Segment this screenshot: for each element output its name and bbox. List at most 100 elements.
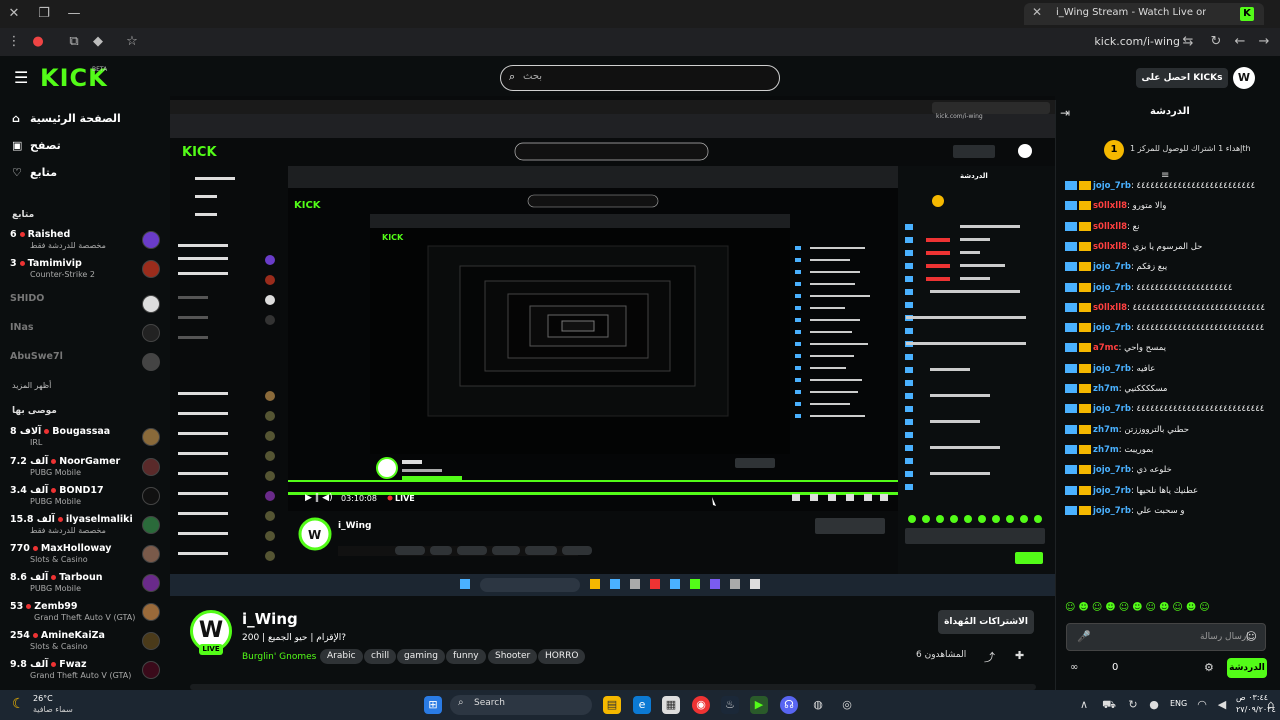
tag-arabic[interactable]: Arabic bbox=[320, 649, 363, 664]
search-input[interactable]: ⌕ بحث bbox=[500, 65, 780, 91]
file-explorer-icon[interactable]: ▤ bbox=[603, 696, 621, 714]
reload-icon[interactable]: ↻ bbox=[1206, 28, 1226, 56]
tray-app-icon[interactable]: ⛟ bbox=[1100, 696, 1118, 714]
hamburger-menu-icon[interactable]: ☰ bbox=[14, 68, 28, 87]
game-launcher-icon[interactable]: ▶ bbox=[750, 696, 768, 714]
notification-icon[interactable]: ⌂ bbox=[1262, 696, 1280, 714]
chat-username[interactable]: jojo_7rb bbox=[1093, 465, 1131, 475]
sidebar-rec-zemb99[interactable]: 53 Zemb99 Grand Theft Auto V (GTA) bbox=[10, 601, 160, 629]
chat-username[interactable]: jojo_7rb bbox=[1093, 404, 1131, 414]
tag-shooter[interactable]: Shooter bbox=[488, 649, 538, 664]
sidebar-rec-tarboun[interactable]: 8.6 آلف Tarboun PUBG Mobile bbox=[10, 572, 160, 600]
puzzle-icon[interactable]: ⧉ bbox=[64, 28, 84, 56]
minimize-window-icon[interactable]: — bbox=[64, 0, 84, 28]
close-tab-icon[interactable]: ✕ bbox=[1032, 5, 1042, 19]
follow-icon[interactable]: ✚ bbox=[1015, 649, 1024, 662]
tag-gaming[interactable]: gaming bbox=[397, 649, 445, 664]
chat-username[interactable]: zh7m bbox=[1093, 425, 1119, 435]
nav-following[interactable]: ♡ متابع bbox=[12, 166, 57, 179]
sidebar-channel-shido[interactable]: SHIDO bbox=[10, 293, 160, 321]
chat-username[interactable]: jojo_7rb bbox=[1093, 364, 1131, 374]
sidebar-channel-raished[interactable]: 6 Raished مخصصة للدردشة فقط bbox=[10, 229, 160, 257]
chat-username[interactable]: jojo_7rb bbox=[1093, 323, 1131, 333]
tray-overflow-icon[interactable]: ∧ bbox=[1075, 696, 1093, 714]
chat-username[interactable]: s0llxll8 bbox=[1093, 222, 1127, 232]
emote-bar[interactable]: ☺☻☺☻☺☻☺☻☺☻☺ bbox=[1065, 602, 1265, 616]
get-kicks-button[interactable]: احصل على KICKs bbox=[1136, 68, 1228, 88]
browser-tab[interactable]: ✕ i_Wing Stream - Watch Live on K bbox=[1024, 3, 1264, 25]
stream-category-link[interactable]: Burglin' Gnomes bbox=[242, 652, 316, 662]
taskbar-search[interactable]: ⌕ Search bbox=[450, 695, 592, 715]
steam-icon[interactable]: ♨ bbox=[721, 696, 739, 714]
chat-username[interactable]: a7mc bbox=[1093, 343, 1119, 353]
menu-dots-icon[interactable]: ⋮ bbox=[4, 28, 24, 56]
gift-subs-button[interactable]: الاشتراكات المُهداة bbox=[938, 610, 1034, 634]
chrome-icon[interactable]: ◉ bbox=[692, 696, 710, 714]
chat-username[interactable]: jojo_7rb bbox=[1093, 283, 1131, 293]
wifi-icon[interactable]: ◠ bbox=[1193, 696, 1211, 714]
sidebar-rec-bond17[interactable]: 3.4 آلف BOND17 PUBG Mobile bbox=[10, 485, 160, 513]
filter-icon[interactable]: ≡ bbox=[1161, 170, 1169, 181]
chat-settings-icon[interactable]: ⚙ bbox=[1204, 661, 1214, 674]
emoji-icon[interactable]: ☺ bbox=[1246, 630, 1257, 643]
chat-input[interactable]: 🎤 إرسال رسالة ☺ bbox=[1066, 623, 1266, 651]
show-more-link[interactable]: أظهر المزيد bbox=[12, 381, 51, 390]
badge-icon bbox=[1065, 262, 1077, 271]
kicks-icon[interactable]: ∞ bbox=[1070, 662, 1078, 673]
share-icon[interactable]: ⤴ bbox=[984, 649, 995, 665]
chat-username[interactable]: jojo_7rb bbox=[1093, 506, 1131, 516]
obs-icon[interactable]: ◎ bbox=[838, 696, 856, 714]
sidebar-rec-ilyaselmaliki[interactable]: 15.8 آلف ilyaselmaliki مخصصة للدردشة فقط bbox=[10, 514, 160, 542]
sidebar-rec-bougassaa[interactable]: 8 آلاف Bougassaa IRL bbox=[10, 426, 160, 454]
sidebar-channel-inas[interactable]: INas bbox=[10, 322, 160, 350]
address-bar-url[interactable]: kick.com/i-wing bbox=[1094, 35, 1180, 48]
close-window-icon[interactable]: ✕ bbox=[4, 0, 24, 28]
discord-icon[interactable]: ☊ bbox=[780, 696, 798, 714]
bookmark-star-icon[interactable]: ☆ bbox=[122, 28, 142, 56]
chat-text: عطنيك ياها نلحيها bbox=[1136, 486, 1199, 496]
live-dot-icon bbox=[51, 575, 57, 580]
video-player[interactable]: kick.com/i-wing KICK KICK KICK الدردشة W… bbox=[170, 96, 1055, 596]
chat-username[interactable]: s0llxll8 bbox=[1093, 201, 1127, 211]
chat-username[interactable]: s0llxll8 bbox=[1093, 242, 1127, 252]
restore-window-icon[interactable]: ❐ bbox=[34, 0, 54, 28]
tag-horror[interactable]: HORRO bbox=[538, 649, 586, 664]
microphone-icon[interactable]: 🎤 bbox=[1077, 630, 1091, 643]
tag-chill[interactable]: chill bbox=[364, 649, 397, 664]
channel-name[interactable]: i_Wing bbox=[242, 610, 298, 628]
edge-icon[interactable]: e bbox=[633, 696, 651, 714]
extension-icon[interactable]: ● bbox=[28, 28, 48, 56]
collapse-chat-icon[interactable]: ⇥ bbox=[1060, 106, 1070, 120]
chat-username[interactable]: jojo_7rb bbox=[1093, 181, 1131, 191]
back-arrow-icon[interactable]: ← bbox=[1230, 28, 1250, 56]
sidebar-rec-fwaz[interactable]: 9.8 آلف Fwaz Grand Theft Auto V (GTA) bbox=[10, 659, 160, 687]
language-indicator[interactable]: ENG bbox=[1170, 699, 1187, 708]
volume-icon[interactable]: ◀ bbox=[1213, 696, 1231, 714]
app-icon[interactable]: ◍ bbox=[809, 696, 827, 714]
sidebar-rec-maxholloway[interactable]: 770 MaxHolloway Slots & Casino bbox=[10, 543, 160, 571]
sidebar-channel-tamimivip[interactable]: 3 Tamimivip Counter-Strike 2 bbox=[10, 258, 160, 286]
nav-browse[interactable]: ▣ تصفح bbox=[12, 139, 61, 152]
chat-username[interactable]: jojo_7rb bbox=[1093, 262, 1131, 272]
chat-username[interactable]: jojo_7rb bbox=[1093, 486, 1131, 496]
chat-username[interactable]: zh7m bbox=[1093, 384, 1119, 394]
store-icon[interactable]: ▦ bbox=[662, 696, 680, 714]
windows-start-icon[interactable]: ⊞ bbox=[424, 696, 442, 714]
extension-diamond-icon[interactable]: ◆ bbox=[88, 28, 108, 56]
nav-home[interactable]: ⌂ الصفحة الرئيسية bbox=[12, 112, 121, 125]
settings-toggle-icon[interactable]: ⇆ bbox=[1178, 28, 1198, 56]
forward-arrow-icon[interactable]: → bbox=[1254, 28, 1274, 56]
sidebar-channel-abuswe7l[interactable]: AbuSwe7l bbox=[10, 351, 160, 379]
sidebar-rec-noorgamer[interactable]: 7.2 آلف NoorGamer PUBG Mobile bbox=[10, 456, 160, 484]
user-avatar[interactable]: W bbox=[1233, 67, 1255, 89]
nav-home-label: الصفحة الرئيسية bbox=[30, 112, 121, 125]
chat-username[interactable]: s0llxll8 bbox=[1093, 303, 1127, 313]
tray-refresh-icon[interactable]: ↻ bbox=[1124, 696, 1142, 714]
tray-mic-icon[interactable]: ● bbox=[1145, 696, 1163, 714]
chat-username[interactable]: zh7m bbox=[1093, 445, 1119, 455]
tag-funny[interactable]: funny bbox=[446, 649, 486, 664]
weather-moon-icon[interactable]: ☾ bbox=[12, 696, 25, 712]
gift-leaderboard-badge[interactable]: 1 bbox=[1104, 140, 1124, 160]
sidebar-rec-aminekaiza[interactable]: 254 AmineKaiZa Slots & Casino bbox=[10, 630, 160, 658]
chat-send-button[interactable]: الدردشة bbox=[1227, 658, 1267, 678]
